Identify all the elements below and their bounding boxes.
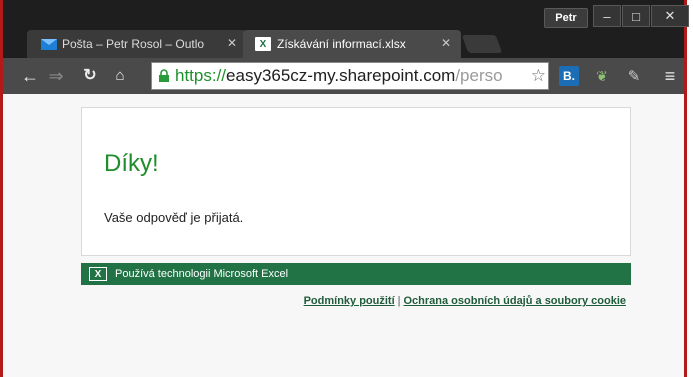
lock-icon <box>157 69 171 83</box>
url-host: easy365cz-my.sharepoint.com <box>226 66 456 85</box>
footer-links: Podmínky použití | Ochrana osobních údajů … <box>304 295 626 307</box>
terms-link[interactable]: Podmínky použití <box>304 295 395 307</box>
extension-b-icon[interactable]: B. <box>559 66 579 86</box>
tab-close-icon[interactable]: ✕ <box>227 36 237 50</box>
page-title: Díky! <box>104 150 159 177</box>
new-tab-button[interactable] <box>461 35 503 53</box>
page-content: Díky! Vaše odpověď je přijatá. X Používá… <box>3 94 684 377</box>
tab-outlook[interactable]: Pošta – Petr Rosol – Outlo ✕ <box>27 30 247 58</box>
confirmation-message: Vaše odpověď je přijatá. <box>104 210 244 225</box>
tab-close-icon[interactable]: ✕ <box>441 36 451 50</box>
minimize-button[interactable]: – <box>593 5 621 27</box>
confirmation-card: Díky! Vaše odpověď je přijatá. <box>81 107 631 256</box>
tab-label: Získávání informací.xlsx <box>277 37 406 51</box>
bird-icon[interactable]: ❦ <box>592 66 612 86</box>
note-icon[interactable]: ✎ <box>624 66 644 86</box>
maximize-button[interactable]: □ <box>622 5 650 27</box>
bookmark-star-icon[interactable]: ☆ <box>528 66 546 86</box>
reload-icon[interactable]: ↻ <box>79 65 101 87</box>
close-window-button[interactable]: ✕ <box>651 5 689 27</box>
profile-button[interactable]: Petr <box>544 8 588 28</box>
tab-strip: Pošta – Petr Rosol – Outlo ✕ X Získávání… <box>3 0 689 58</box>
home-icon[interactable]: ⌂ <box>109 65 131 87</box>
menu-icon[interactable]: ≡ <box>659 66 681 86</box>
browser-window: Pošta – Petr Rosol – Outlo ✕ X Získávání… <box>0 0 689 377</box>
address-bar[interactable]: https:// easy365cz-my.sharepoint.com /pe… <box>151 62 549 90</box>
tab-excel[interactable]: X Získávání informací.xlsx ✕ <box>243 30 461 58</box>
excel-branding-bar: X Používá technologii Microsoft Excel <box>81 263 631 285</box>
excel-icon: X <box>89 267 107 281</box>
forward-arrow-icon[interactable]: ⇒ <box>45 65 67 87</box>
excel-icon: X <box>255 37 271 51</box>
mail-icon <box>41 38 57 50</box>
privacy-link[interactable]: Ochrana osobních údajů a soubory cookie <box>404 295 627 307</box>
tab-label: Pošta – Petr Rosol – Outlo <box>62 37 205 51</box>
url-scheme: https:// <box>175 66 227 85</box>
url-path: /perso <box>455 66 503 85</box>
powered-by-text: Používá technologii Microsoft Excel <box>115 268 289 280</box>
back-arrow-icon[interactable]: ← <box>19 65 41 87</box>
browser-toolbar: ← ⇒ ↻ ⌂ https:// easy365cz-my.sharepoint… <box>3 58 684 94</box>
footer-separator: | <box>397 295 401 307</box>
